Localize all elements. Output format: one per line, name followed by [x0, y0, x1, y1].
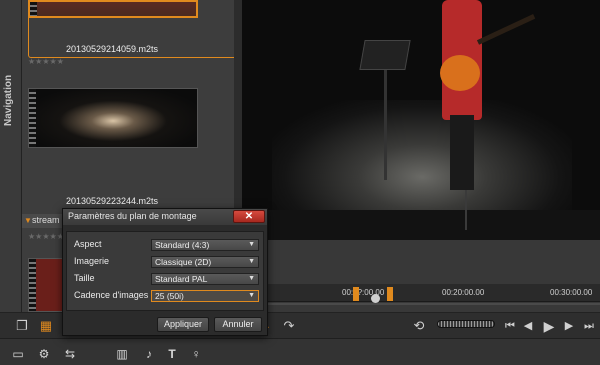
filmstrip-edge — [29, 259, 36, 311]
timeline-settings-dialog: Paramètres du plan de montage ✕ Aspect S… — [62, 208, 268, 336]
imagery-label: Imagerie — [74, 256, 110, 266]
play-icon[interactable]: ▶ — [541, 317, 557, 335]
clip-rating-1[interactable]: ★★★★★ — [28, 57, 64, 66]
guitar — [440, 55, 480, 91]
step-back-icon[interactable]: ◀ — [521, 317, 535, 335]
loop-icon[interactable]: ⟲ — [411, 317, 427, 335]
chevron-down-icon: ▼ — [248, 241, 255, 248]
next-frame-icon[interactable]: ⏭ — [582, 317, 596, 335]
frame-rate-select[interactable]: 25 (50i) ▼ — [151, 290, 259, 302]
clip-thumbnail-1[interactable] — [28, 0, 198, 18]
guitar-neck — [476, 14, 536, 45]
playhead-scrubber[interactable] — [371, 294, 380, 303]
frame-rate-label: Cadence d'images — [74, 290, 149, 300]
stand-pole — [384, 70, 387, 180]
clip-name-1: 20130529214059.m2ts — [65, 44, 159, 54]
cancel-button[interactable]: Annuler — [214, 317, 262, 332]
imagery-select[interactable]: Classique (2D) ▼ — [151, 256, 259, 268]
apply-button[interactable]: Appliquer — [157, 317, 209, 332]
clip-name-2: 20130529223244.m2ts — [65, 196, 159, 206]
aspect-value: Standard (4:3) — [155, 240, 210, 250]
mic-icon[interactable]: ♀ — [189, 346, 203, 362]
tools-icon[interactable]: ⇆ — [60, 346, 80, 362]
stream-group-header[interactable]: ▼ stream — [22, 214, 66, 228]
jog-wheel[interactable] — [437, 320, 495, 328]
video-editor-window: Navigation 20130529214059.m2ts ★★★★★ 201… — [0, 0, 600, 365]
chevron-down-icon: ▼ — [248, 258, 255, 265]
frame-rate-value: 25 (50i) — [155, 291, 184, 301]
imagery-value: Classique (2D) — [155, 257, 212, 267]
size-label: Taille — [74, 273, 95, 283]
music-icon[interactable]: ♪ — [142, 346, 156, 362]
dialog-title: Paramètres du plan de montage — [68, 211, 197, 221]
step-forward-icon[interactable]: ▶ — [562, 317, 576, 335]
size-value: Standard PAL — [155, 274, 208, 284]
filmstrip-edge — [30, 2, 37, 16]
gear-icon[interactable]: ⚙ — [36, 346, 52, 362]
navigation-label: Navigation — [3, 74, 14, 126]
track-icon[interactable]: ▭ — [10, 346, 26, 362]
stage-floor — [242, 210, 600, 240]
aspect-select[interactable]: Standard (4:3) ▼ — [151, 239, 259, 251]
chevron-down-icon: ▼ — [248, 275, 255, 282]
clip-thumbnail-2[interactable] — [28, 88, 198, 148]
video-preview[interactable] — [242, 0, 600, 240]
timeline-ruler[interactable]: 00:1?:00.00 00:20:00.00 00:30:00.00 — [242, 284, 600, 302]
layers-icon[interactable]: ❐ — [14, 317, 30, 335]
timecode-label: 00:20:00.00 — [442, 288, 485, 297]
dialog-body: Aspect Standard (4:3) ▼ Imagerie Classiq… — [66, 231, 264, 311]
timeline-track-line — [242, 303, 600, 305]
timeline-toolbar: ▭ ⚙ ⇆ ▥ ♪ T ♀ — [0, 338, 600, 365]
dialog-titlebar[interactable]: Paramètres du plan de montage ✕ — [63, 209, 267, 225]
timecode-label: 00:30:00.00 — [550, 288, 593, 297]
clip-rating-3[interactable]: ★★★★★ — [28, 232, 64, 241]
performer-legs — [450, 115, 474, 190]
size-select[interactable]: Standard PAL ▼ — [151, 273, 259, 285]
aspect-label: Aspect — [74, 239, 102, 249]
title-icon[interactable]: T — [165, 346, 179, 362]
caret-down-icon: ▼ — [24, 216, 32, 225]
filmstrip-edge — [29, 89, 36, 147]
mark-out-handle[interactable] — [387, 287, 393, 301]
arrow-curve-icon[interactable]: ↷ — [281, 317, 297, 335]
prev-frame-icon[interactable]: ⏮ — [503, 317, 517, 335]
audio-bars-icon[interactable]: ▥ — [114, 346, 130, 362]
mark-in-handle[interactable] — [353, 287, 359, 301]
music-stand — [359, 40, 411, 70]
close-button[interactable]: ✕ — [233, 210, 265, 223]
stream-group-label: stream — [32, 215, 60, 225]
chevron-down-icon: ▼ — [248, 292, 255, 299]
grid-icon[interactable]: ▦ — [38, 317, 54, 335]
navigation-strip[interactable]: Navigation — [0, 0, 22, 312]
